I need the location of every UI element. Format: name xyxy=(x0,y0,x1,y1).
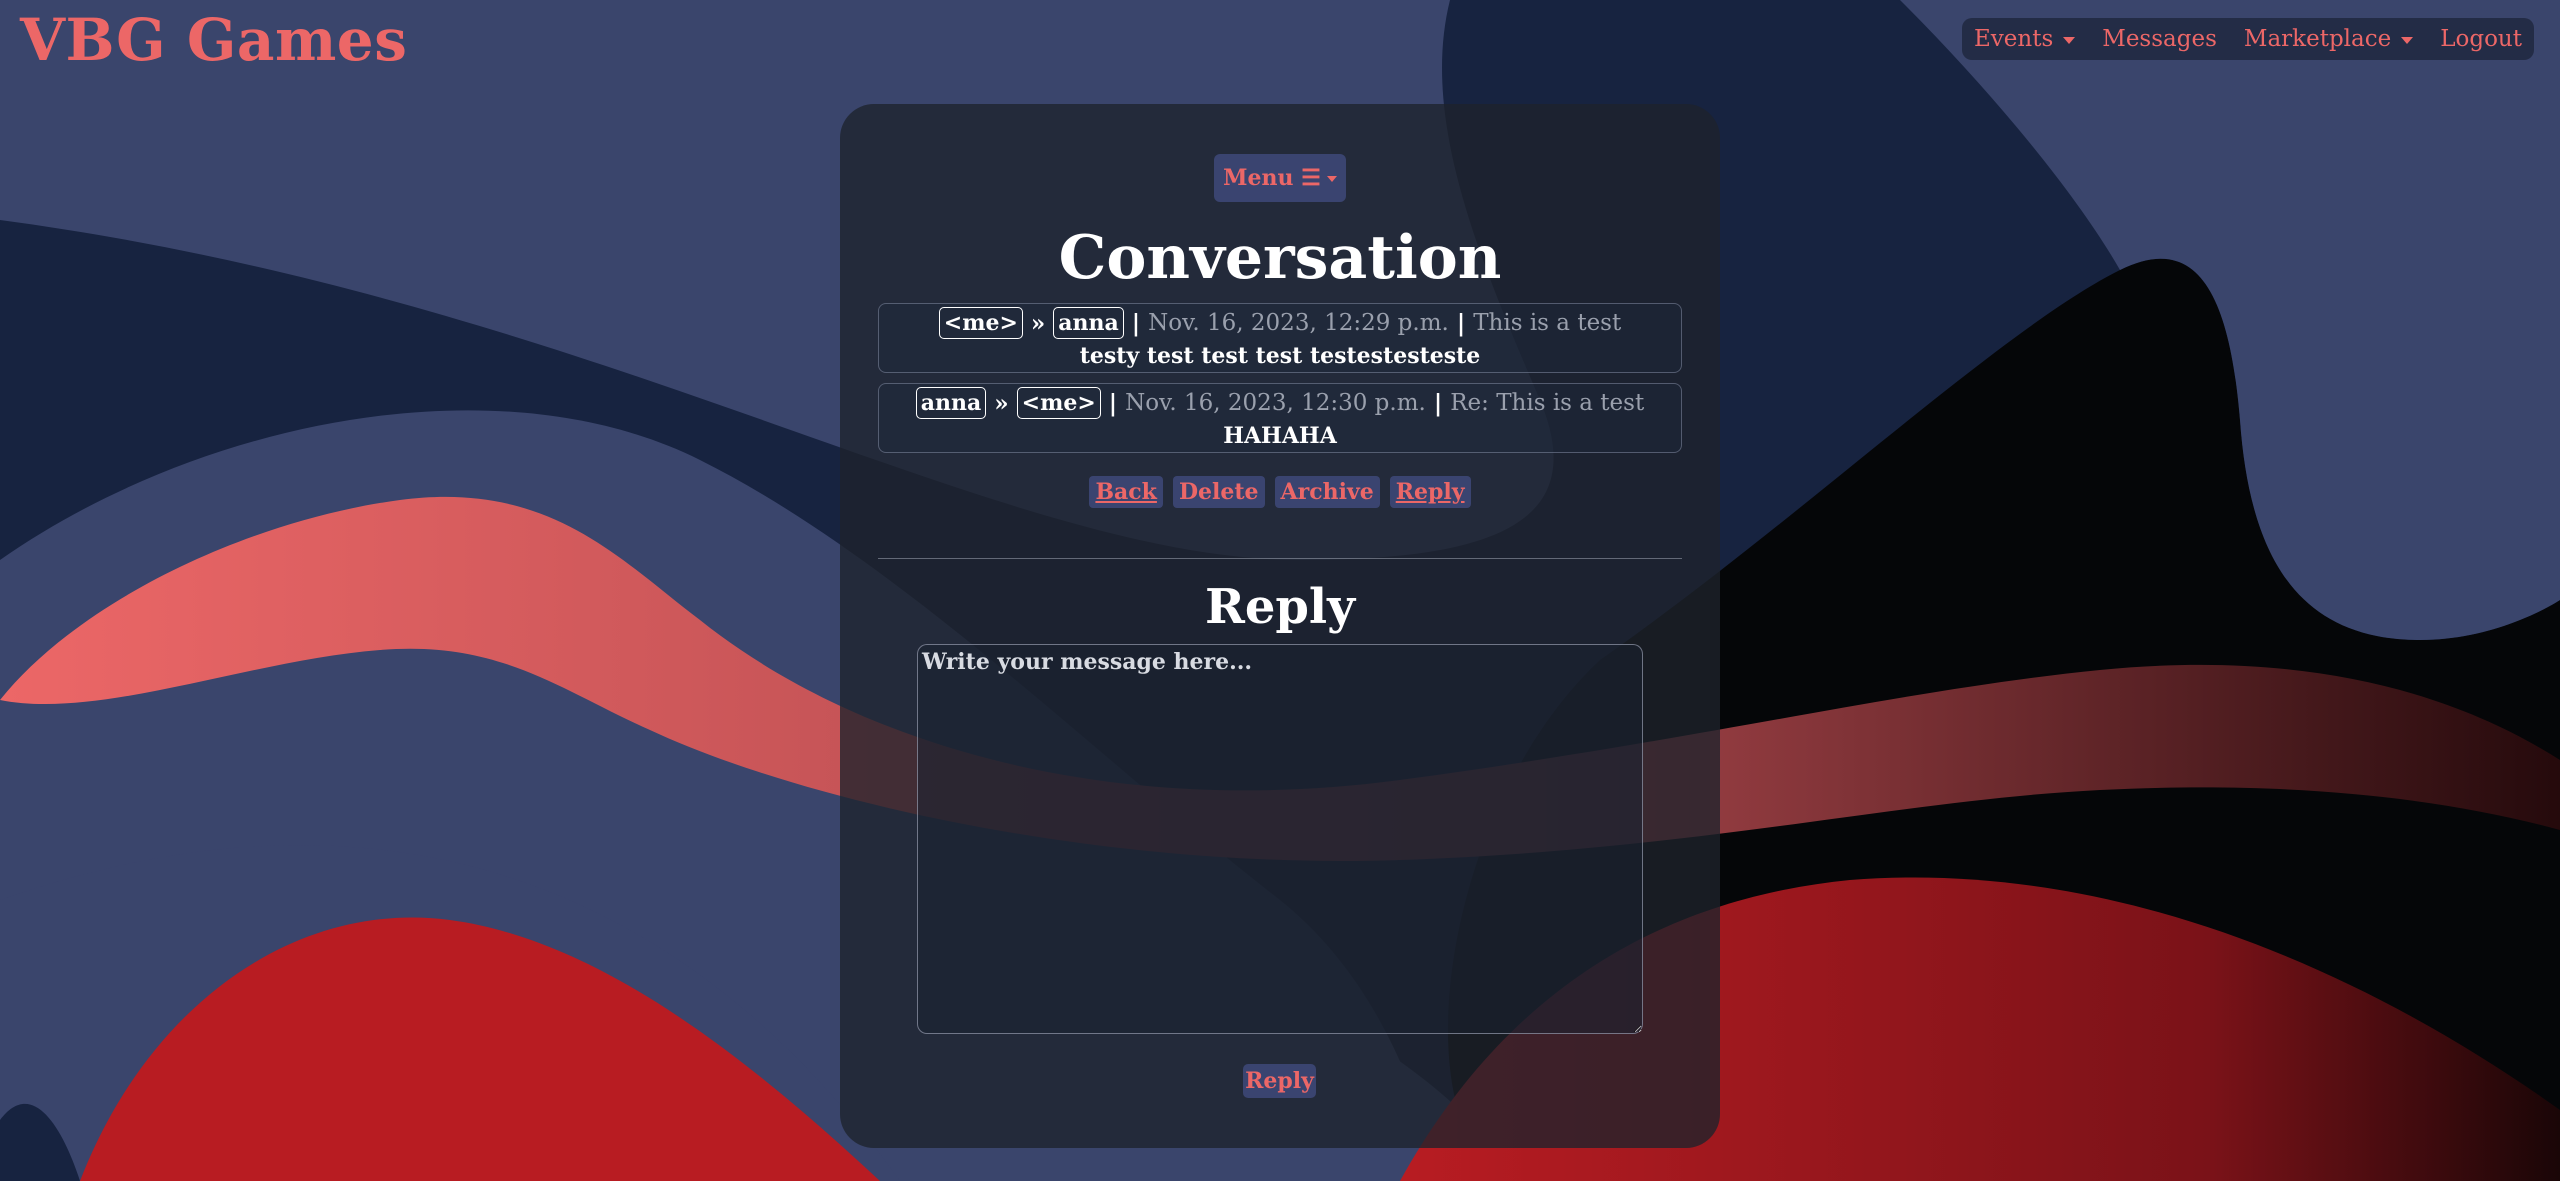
message-subject: Re: This is a test xyxy=(1450,390,1645,416)
message-body: HAHAHA xyxy=(1223,423,1337,449)
pipe-separator: | xyxy=(1108,389,1118,417)
caret-down-icon xyxy=(2063,36,2076,44)
message-item: <me> » anna | Nov. 16, 2023, 12:29 p.m. … xyxy=(878,303,1682,373)
message-date: Nov. 16, 2023, 12:29 p.m. xyxy=(1148,310,1449,336)
message-header: anna » <me> | Nov. 16, 2023, 12:30 p.m. … xyxy=(915,387,1645,419)
recipient-tag[interactable]: <me> xyxy=(1016,387,1101,419)
recipient-tag[interactable]: anna xyxy=(1053,307,1124,339)
sender-tag[interactable]: <me> xyxy=(938,307,1023,339)
nav-events-label: Events xyxy=(1974,26,2054,52)
delete-button[interactable]: Delete xyxy=(1172,476,1265,508)
arrow-separator: » xyxy=(1030,309,1046,337)
message-item: anna » <me> | Nov. 16, 2023, 12:30 p.m. … xyxy=(878,383,1682,453)
nav-events-dropdown[interactable]: Events xyxy=(1974,26,2076,52)
top-navbar: Events Messages Marketplace Logout xyxy=(1962,18,2534,60)
reply-link-button[interactable]: Reply xyxy=(1389,476,1471,508)
back-button[interactable]: Back xyxy=(1089,476,1163,508)
nav-marketplace-label: Marketplace xyxy=(2243,26,2392,52)
pipe-separator: | xyxy=(1433,389,1443,417)
archive-button[interactable]: Archive xyxy=(1274,476,1380,508)
pipe-separator: | xyxy=(1131,309,1141,337)
nav-logout-label: Logout xyxy=(2440,26,2522,52)
arrow-separator: » xyxy=(994,389,1009,417)
message-subject: This is a test xyxy=(1473,310,1622,336)
reply-heading: Reply xyxy=(1204,579,1356,635)
message-date: Nov. 16, 2023, 12:30 p.m. xyxy=(1125,390,1426,416)
caret-down-icon xyxy=(1326,176,1337,182)
reply-submit-button[interactable]: Reply xyxy=(1243,1064,1316,1098)
conversation-actions: Back Delete Archive Reply xyxy=(840,476,1720,508)
nav-messages[interactable]: Messages xyxy=(2102,26,2217,52)
nav-messages-label: Messages xyxy=(2102,26,2217,52)
menu-dropdown-button[interactable]: Menu ☰ xyxy=(1214,154,1346,202)
brand-logo[interactable]: VBG Games xyxy=(20,6,407,74)
nav-logout[interactable]: Logout xyxy=(2440,26,2522,52)
pipe-separator: | xyxy=(1456,309,1466,337)
menu-label: Menu ☰ xyxy=(1223,165,1321,191)
nav-marketplace-dropdown[interactable]: Marketplace xyxy=(2243,26,2414,52)
caret-down-icon xyxy=(2401,36,2414,44)
sender-tag[interactable]: anna xyxy=(915,387,987,419)
message-body: testy test test test testestesteste xyxy=(1079,343,1481,369)
section-divider xyxy=(878,558,1682,559)
page-title: Conversation xyxy=(1058,223,1502,293)
reply-message-textarea[interactable] xyxy=(917,644,1643,1034)
message-header: <me> » anna | Nov. 16, 2023, 12:29 p.m. … xyxy=(938,307,1622,339)
